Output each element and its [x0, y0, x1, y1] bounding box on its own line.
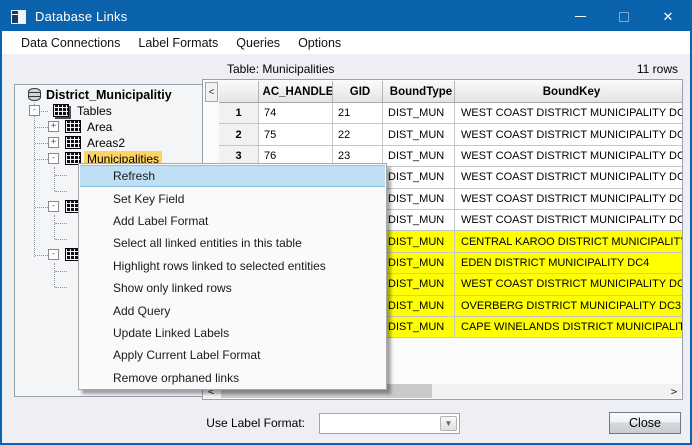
menu-item-apply-current-label-format[interactable]: Apply Current Label Format	[79, 344, 386, 366]
menu-item-show-only-linked[interactable]: Show only linked rows	[79, 277, 386, 299]
close-button[interactable]: ✕	[646, 2, 690, 31]
context-menu: Refresh Set Key Field Add Label Format S…	[78, 163, 387, 390]
tables-icon	[53, 104, 69, 117]
menu-item-update-linked-labels[interactable]: Update Linked Labels	[79, 322, 386, 344]
menu-options[interactable]: Options	[289, 33, 350, 53]
column-header-gid[interactable]: GID	[333, 81, 383, 103]
tree-connector	[54, 215, 55, 239]
tree-connector	[55, 175, 67, 176]
cell-boundtype[interactable]: DIST_MUN	[383, 210, 455, 231]
label-format-combobox[interactable]: ▼	[319, 413, 460, 434]
menu-queries[interactable]: Queries	[227, 33, 289, 53]
minimize-button[interactable]	[558, 2, 602, 31]
tree-root-label: District_Municipalitiy	[43, 87, 175, 103]
grid-header-row: AC_HANDLE GID BoundType BoundKey	[219, 81, 683, 103]
expand-expander-icon[interactable]: +	[48, 137, 59, 148]
cell-boundkey[interactable]: OVERBERG DISTRICT MUNICIPALITY DC3	[455, 296, 683, 317]
close-icon: ✕	[663, 10, 674, 23]
cell-boundtype[interactable]: DIST_MUN	[383, 146, 455, 167]
expand-expander-icon[interactable]: +	[48, 121, 59, 132]
cell-boundkey[interactable]: WEST COAST DISTRICT MUNICIPALITY DC1	[455, 103, 683, 124]
collapse-expander-icon[interactable]: -	[48, 201, 59, 212]
collapse-expander-icon[interactable]: -	[29, 105, 40, 116]
menu-data-connections[interactable]: Data Connections	[12, 33, 129, 53]
cell-boundkey[interactable]: CAPE WINELANDS DISTRICT MUNICIPALITY D	[455, 317, 683, 338]
use-label-format-label: Use Label Format:	[152, 416, 305, 430]
tree-connector	[54, 263, 55, 287]
cell-boundkey[interactable]: WEST COAST DISTRICT MUNICIPALITY DC1	[455, 167, 683, 188]
tree-connector	[55, 287, 67, 288]
cell-ac-handle[interactable]: 75	[259, 124, 333, 145]
chevron-down-icon[interactable]: ▼	[440, 416, 457, 431]
cell-boundkey[interactable]: EDEN DISTRICT MUNICIPALITY DC4	[455, 253, 683, 274]
menu-item-set-key-field[interactable]: Set Key Field	[79, 187, 386, 209]
cell-boundtype[interactable]: DIST_MUN	[383, 231, 455, 252]
tree-node-tables[interactable]: - Tables	[15, 103, 202, 119]
cell-boundkey[interactable]: WEST COAST DISTRICT MUNICIPALITY DC1	[455, 189, 683, 210]
tree-connector	[55, 239, 67, 240]
tree-node-root[interactable]: District_Municipalitiy	[15, 87, 202, 103]
cell-gid[interactable]: 21	[333, 103, 383, 124]
row-number-header[interactable]	[219, 81, 259, 103]
row-number-cell[interactable]: 1	[219, 103, 259, 124]
tree-connector	[55, 271, 67, 272]
database-icon	[28, 88, 41, 101]
table-icon	[65, 120, 81, 133]
column-header-ac-handle[interactable]: AC_HANDLE	[259, 81, 333, 103]
menu-item-remove-orphaned-links[interactable]: Remove orphaned links	[79, 367, 386, 389]
maximize-button[interactable]	[602, 2, 646, 31]
table-caption: Table: Municipalities	[227, 62, 334, 76]
cell-boundtype[interactable]: DIST_MUN	[383, 253, 455, 274]
menu-item-select-all-linked[interactable]: Select all linked entities in this table	[79, 232, 386, 254]
tree-connector	[55, 191, 67, 192]
cell-boundtype[interactable]: DIST_MUN	[383, 103, 455, 124]
cell-boundtype[interactable]: DIST_MUN	[383, 274, 455, 295]
window-title: Database Links	[35, 9, 127, 24]
menu-item-highlight-rows[interactable]: Highlight rows linked to selected entiti…	[79, 255, 386, 277]
cell-boundtype[interactable]: DIST_MUN	[383, 124, 455, 145]
row-count-label: 11 rows	[637, 62, 678, 76]
collapse-expander-icon[interactable]: -	[48, 153, 59, 164]
cell-boundkey[interactable]: WEST COAST DISTRICT MUNICIPALITY DC1	[455, 146, 683, 167]
tree-node-areas2[interactable]: + Areas2	[15, 135, 202, 151]
scroll-right-icon[interactable]: >	[667, 384, 681, 398]
column-header-boundtype[interactable]: BoundType	[383, 81, 455, 103]
cell-boundtype[interactable]: DIST_MUN	[383, 189, 455, 210]
menu-item-refresh[interactable]: Refresh	[80, 165, 385, 187]
collapse-expander-icon[interactable]: -	[48, 249, 59, 260]
app-icon	[11, 10, 26, 24]
column-header-boundkey[interactable]: BoundKey	[455, 81, 683, 103]
row-number-cell[interactable]: 2	[219, 124, 259, 145]
cell-boundkey[interactable]: WEST COAST DISTRICT MUNICIPALITY DC1	[455, 274, 683, 295]
table-row[interactable]: 2 75 22 DIST_MUN WEST COAST DISTRICT MUN…	[219, 124, 683, 145]
cell-boundtype[interactable]: DIST_MUN	[383, 296, 455, 317]
cell-boundkey[interactable]: WEST COAST DISTRICT MUNICIPALITY DC1	[455, 210, 683, 231]
tree-connector	[54, 167, 55, 191]
cell-boundkey[interactable]: WEST COAST DISTRICT MUNICIPALITY DC1	[455, 124, 683, 145]
menu-item-add-label-format[interactable]: Add Label Format	[79, 210, 386, 232]
minimize-icon	[575, 16, 586, 17]
maximize-icon	[619, 12, 629, 22]
tree-node-label: Areas2	[84, 135, 128, 151]
tree-node-area[interactable]: + Area	[15, 119, 202, 135]
cell-gid[interactable]: 22	[333, 124, 383, 145]
menubar: Data Connections Label Formats Queries O…	[2, 31, 690, 54]
table-row[interactable]: 1 74 21 DIST_MUN WEST COAST DISTRICT MUN…	[219, 103, 683, 124]
collapse-tree-button[interactable]: <	[205, 82, 218, 102]
tree-connector	[55, 223, 67, 224]
tree-node-label: Tables	[74, 103, 115, 119]
menu-item-add-query[interactable]: Add Query	[79, 299, 386, 321]
tree-node-label: Area	[84, 119, 115, 135]
close-dialog-button[interactable]: Close	[609, 412, 681, 434]
menu-label-formats[interactable]: Label Formats	[129, 33, 227, 53]
cell-boundtype[interactable]: DIST_MUN	[383, 317, 455, 338]
titlebar[interactable]: Database Links ✕	[2, 2, 690, 31]
cell-ac-handle[interactable]: 74	[259, 103, 333, 124]
table-icon	[65, 136, 81, 149]
cell-boundkey[interactable]: CENTRAL KAROO DISTRICT MUNICIPALITY DC	[455, 231, 683, 252]
database-links-window: Database Links ✕ Data Connections Label …	[0, 0, 692, 445]
cell-boundtype[interactable]: DIST_MUN	[383, 167, 455, 188]
